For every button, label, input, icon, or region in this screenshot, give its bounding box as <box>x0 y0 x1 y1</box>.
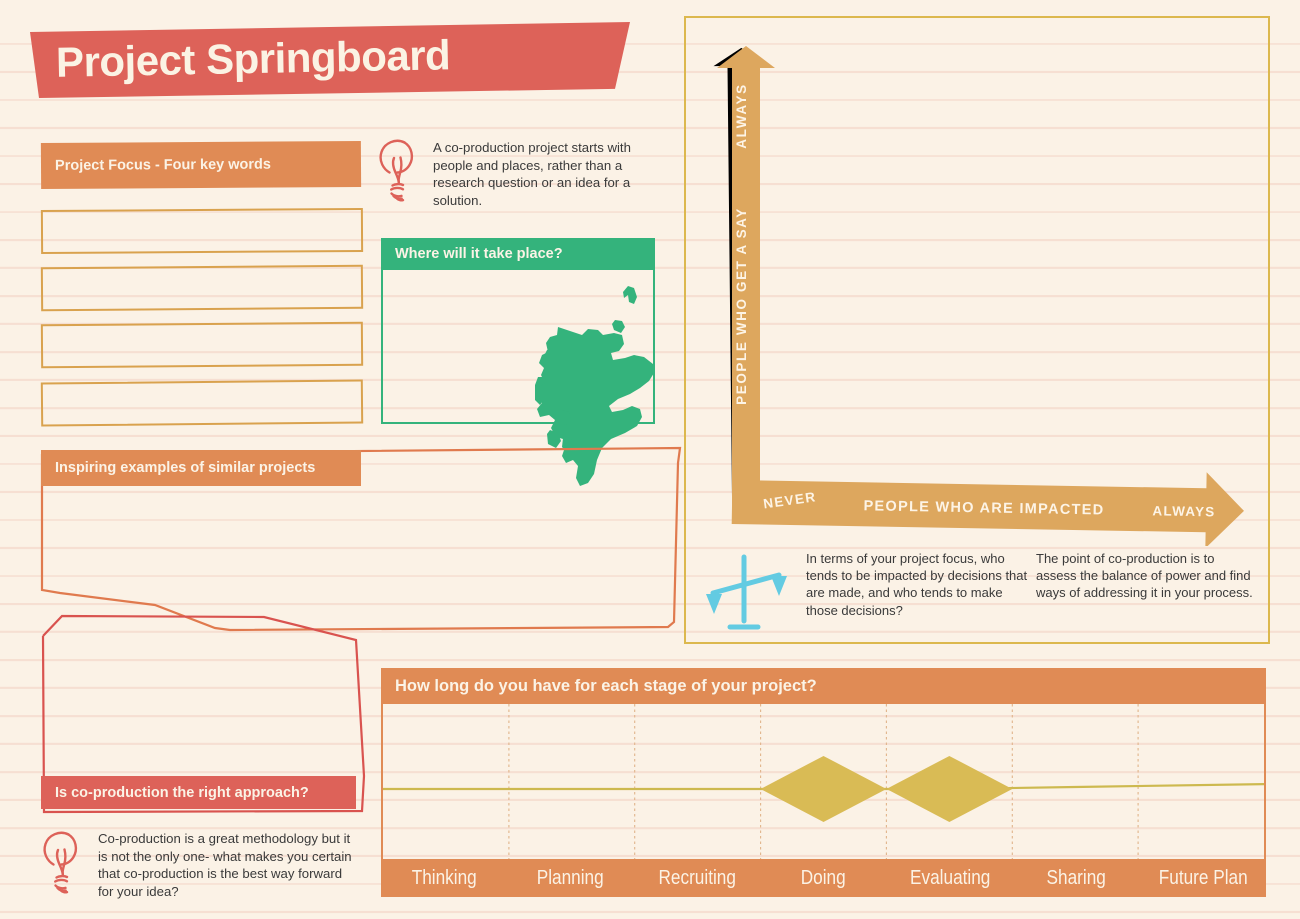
project-focus-input-2[interactable] <box>40 264 364 312</box>
where-heading: Where will it take place? <box>381 238 655 270</box>
balance-note-left: In terms of your project focus, who tend… <box>806 551 1028 618</box>
y-axis-label: PEOPLE WHO GET A SAY <box>734 207 749 405</box>
right-approach-heading: Is co-production the right approach? <box>41 776 356 809</box>
balance-scales-icon <box>706 554 787 630</box>
timeline-chart-title: How long do you have for each stage of y… <box>395 676 817 695</box>
inspiring-examples-heading: Inspiring examples of similar projects <box>41 450 361 486</box>
project-focus-input-4[interactable] <box>40 379 364 427</box>
x-axis-end-label: ALWAYS <box>1152 503 1215 519</box>
timeline-stage-label: Doing <box>801 866 846 889</box>
project-focus-input-3[interactable] <box>40 321 364 369</box>
tip-text: Co-production is a great methodology but… <box>98 831 352 899</box>
timeline-stage-label: Future Plan <box>1158 866 1248 889</box>
timeline-stage-label: Evaluating <box>909 866 991 889</box>
inspiring-examples-heading-label: Inspiring examples of similar projects <box>55 460 316 476</box>
y-axis-top-label: ALWAYS <box>734 83 749 148</box>
timeline-stage-label: Thinking <box>411 866 477 889</box>
page-title-banner: Project Springboard <box>30 22 630 98</box>
project-focus-heading: Project Focus - Four key words <box>40 141 362 189</box>
right-approach-heading-label: Is co-production the right approach? <box>55 784 309 801</box>
where-heading-label: Where will it take place? <box>395 246 563 262</box>
lightbulb-icon <box>379 139 414 202</box>
project-focus-heading-label: Project Focus - Four key words <box>54 156 271 174</box>
timeline-stage-label: Planning <box>537 866 605 889</box>
timeline-stage-label: Sharing <box>1046 866 1106 889</box>
where-answer-box[interactable] <box>381 270 655 424</box>
tip-text: A co-production project starts with peop… <box>433 140 631 208</box>
power-matrix-axes: ALWAYS PEOPLE WHO GET A SAY NEVER PEOPLE… <box>713 46 1244 546</box>
page-title: Project Springboard <box>55 31 451 86</box>
tip-co-production-start: A co-production project starts with peop… <box>374 136 644 209</box>
balance-note-right: The point of co-production is to assess … <box>1036 551 1253 601</box>
project-focus-input-1[interactable] <box>40 208 364 254</box>
timeline-stage-labels: Thinking Planning Recruiting Doing Evaluatin… <box>381 859 1266 897</box>
timeline-chart-title-bar: How long do you have for each stage of y… <box>381 668 1266 704</box>
tip-right-approach: Co-production is a great methodology but… <box>38 828 358 900</box>
timeline-stage-label: Recruiting <box>658 866 736 889</box>
timeline-chart-plot[interactable] <box>383 704 1264 859</box>
lightbulb-icon <box>43 831 78 894</box>
